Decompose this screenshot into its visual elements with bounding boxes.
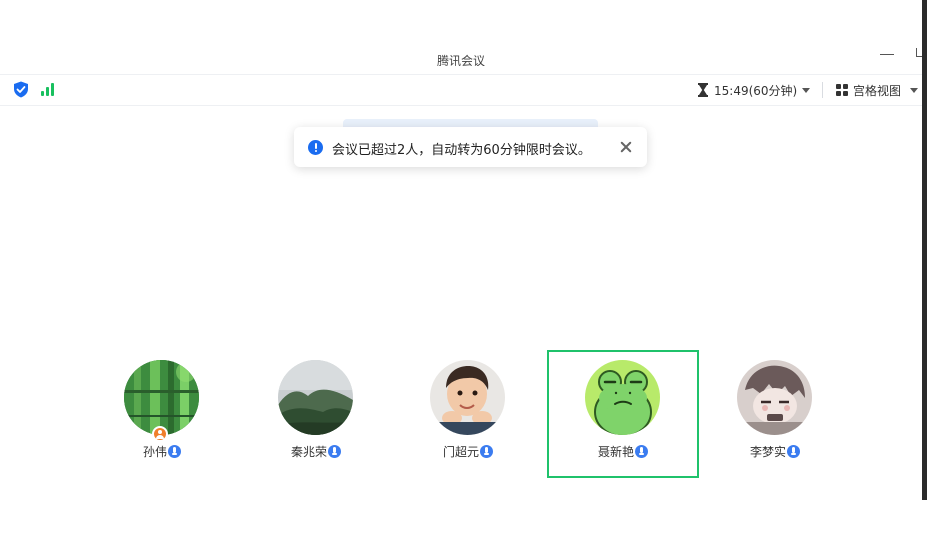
- title-bar: 腾讯会议: [0, 46, 925, 74]
- participant-name: 李梦实: [749, 445, 786, 459]
- microphone-icon[interactable]: [787, 445, 800, 458]
- participant-name: 门超元: [442, 445, 479, 459]
- host-badge-icon: [152, 426, 168, 442]
- avatar: [430, 360, 505, 435]
- time-limit-toast: 会议已超过2人，自动转为60分钟限时会议。: [294, 127, 647, 167]
- hourglass-icon[interactable]: [697, 83, 709, 97]
- participant-tile-active-speaker[interactable]: 聂新艳: [547, 350, 699, 478]
- participant-name: 聂新艳: [597, 445, 634, 459]
- meeting-toolbar: 15:49(60分钟) 宫格视图: [0, 74, 922, 106]
- security-shield-icon[interactable]: [13, 81, 29, 98]
- participant-tile[interactable]: 门超元: [392, 350, 544, 478]
- participant-tile[interactable]: 秦兆荣: [240, 350, 392, 478]
- microphone-icon[interactable]: [635, 445, 648, 458]
- view-dropdown-icon[interactable]: [910, 88, 918, 93]
- window-edge-scrollbar: [922, 0, 927, 500]
- microphone-icon[interactable]: [328, 445, 341, 458]
- toast-message: 会议已超过2人，自动转为60分钟限时会议。: [332, 143, 591, 158]
- minimize-icon[interactable]: [880, 54, 894, 55]
- avatar: [278, 360, 353, 435]
- meeting-timer[interactable]: 15:49(60分钟): [714, 82, 797, 99]
- microphone-icon[interactable]: [168, 445, 181, 458]
- grid-view-icon[interactable]: [836, 84, 848, 96]
- avatar: [124, 360, 199, 435]
- view-mode-label[interactable]: 宫格视图: [853, 82, 901, 99]
- network-signal-icon[interactable]: [41, 83, 57, 96]
- window-title: 腾讯会议: [436, 54, 485, 66]
- participant-tile[interactable]: 李梦实: [699, 350, 851, 478]
- participant-tile[interactable]: 孙伟: [86, 350, 238, 478]
- participant-name: 秦兆荣: [290, 445, 327, 459]
- participant-name: 孙伟: [142, 445, 167, 459]
- toolbar-divider: [822, 82, 823, 98]
- info-icon: [308, 140, 323, 155]
- avatar: [737, 360, 812, 435]
- microphone-icon[interactable]: [480, 445, 493, 458]
- close-icon[interactable]: [618, 139, 634, 155]
- avatar: [585, 360, 660, 435]
- timer-dropdown-icon[interactable]: [802, 88, 810, 93]
